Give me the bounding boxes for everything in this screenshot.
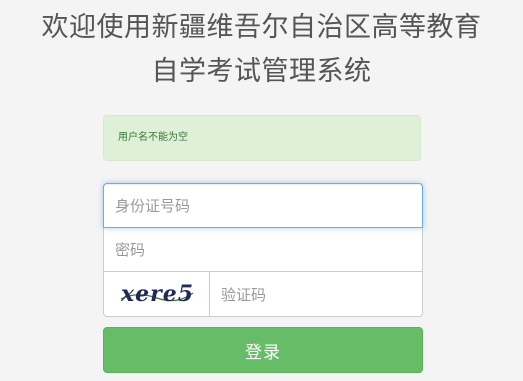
login-button[interactable]: 登录 — [103, 327, 423, 373]
captcha-input[interactable] — [210, 272, 422, 316]
password-input[interactable] — [103, 228, 423, 272]
error-alert: 用户名不能为空 — [103, 115, 421, 161]
page-title-line-1: 欢迎使用新疆维吾尔自治区高等教育 — [41, 12, 482, 43]
id-number-input[interactable] — [103, 183, 423, 228]
captcha-text: xere5 — [120, 281, 194, 307]
captcha-row: xere5 — [103, 272, 423, 317]
page-title: 欢迎使用新疆维吾尔自治区高等教育 自学考试管理系统 — [0, 6, 523, 94]
page-title-line-2: 自学考试管理系统 — [151, 56, 372, 87]
captcha-image[interactable]: xere5 — [104, 272, 210, 316]
error-alert-message: 用户名不能为空 — [118, 132, 188, 143]
